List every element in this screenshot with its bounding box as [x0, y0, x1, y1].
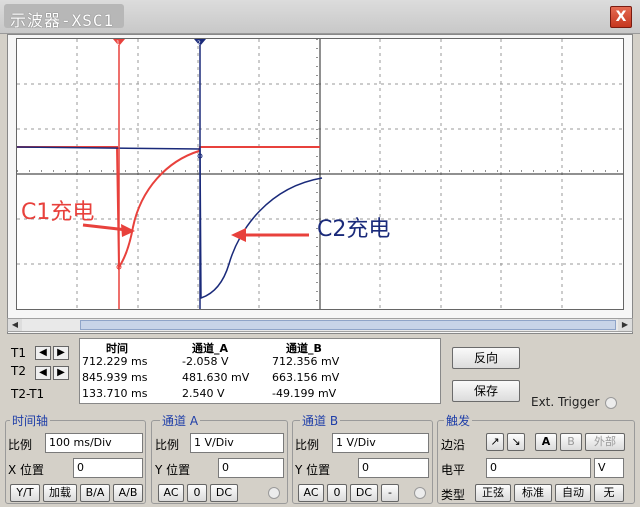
channel-b-terminal[interactable] — [414, 487, 426, 499]
timebase-scale-field[interactable]: 100 ms/Div — [45, 433, 143, 453]
channel-b-zero-button[interactable]: 0 — [327, 484, 347, 502]
t2-left-arrow-icon[interactable]: ◀ — [35, 366, 51, 380]
delta-time: 133.710 ms — [82, 387, 148, 400]
row-label-t1: T1 — [11, 346, 26, 360]
trigger-source-ext-button[interactable]: 外部 — [585, 433, 625, 451]
trigger-type-sine-button[interactable]: 正弦 — [475, 484, 511, 502]
t2-channel-b: 663.156 mV — [272, 371, 340, 384]
t1-channel-a: -2.058 V — [182, 355, 229, 368]
timebase-xpos-label: X 位置 — [8, 463, 45, 477]
channel-b-scale-label: 比例 — [295, 438, 320, 452]
c1-charge-label: C1充电 — [21, 200, 94, 225]
channel-b-scale-field[interactable]: 1 V/Div — [332, 433, 429, 453]
scroll-left-icon[interactable]: ◀ — [8, 319, 22, 331]
mode-ab-button[interactable]: A/B — [113, 484, 143, 502]
close-button[interactable]: X — [610, 6, 632, 28]
channel-a-scale-field[interactable]: 1 V/Div — [190, 433, 284, 453]
c1-arrow-line — [82, 223, 128, 232]
channel-a-terminal[interactable] — [268, 487, 280, 499]
trigger-type-auto-button[interactable]: 自动 — [555, 484, 591, 502]
channel-a-title: 通道 A — [160, 412, 201, 429]
cursor-t2-label: 2 — [197, 40, 201, 47]
reverse-button[interactable]: 反向 — [452, 347, 520, 369]
horizontal-scrollbar[interactable]: ◀ ▶ — [7, 318, 633, 332]
row-label-t2-t1: T2-T1 — [11, 387, 45, 401]
cursor-readout: T1 T2 T2-T1 ◀ ▶ ◀ ▶ 时间 通道_A 通道_B 712.229… — [7, 338, 441, 404]
channel-b-ac-button[interactable]: AC — [298, 484, 324, 502]
channel-a-zero-button[interactable]: 0 — [187, 484, 207, 502]
readout-table: 时间 通道_A 通道_B 712.229 ms -2.058 V 712.356… — [79, 338, 441, 404]
cursor-t1-label: 1 — [116, 40, 120, 47]
trigger-level-label: 电平 — [441, 463, 466, 477]
window-title: 示波器-XSC1 — [10, 11, 115, 30]
channel-b-ypos-label: Y 位置 — [295, 463, 331, 477]
ext-trigger-label: Ext. Trigger — [531, 395, 600, 409]
save-button[interactable]: 保存 — [452, 380, 520, 402]
oscilloscope-screen: C1充电 C2充电 1 2 — [16, 38, 624, 310]
channel-a-ac-button[interactable]: AC — [158, 484, 184, 502]
mode-ba-button[interactable]: B/A — [80, 484, 110, 502]
c2-charge-label: C2充电 — [317, 217, 390, 242]
ext-trigger-terminal[interactable] — [605, 397, 617, 409]
channel-b-title: 通道 B — [300, 412, 341, 429]
row-label-t2: T2 — [11, 364, 26, 378]
mode-yt-button[interactable]: Y/T — [10, 484, 40, 502]
trigger-title: 触发 — [444, 412, 473, 429]
timebase-scale-label: 比例 — [8, 438, 33, 452]
channel-b-dc-button[interactable]: DC — [350, 484, 378, 502]
channel-a-ypos-field[interactable]: 0 — [218, 458, 284, 478]
scroll-right-icon[interactable]: ▶ — [618, 319, 632, 331]
header-time: 时间 — [106, 342, 128, 355]
t2-time: 845.939 ms — [82, 371, 148, 384]
t1-left-arrow-icon[interactable]: ◀ — [35, 346, 51, 360]
delta-channel-a: 2.540 V — [182, 387, 225, 400]
channel-a-ypos-label: Y 位置 — [155, 463, 191, 477]
t2-channel-a: 481.630 mV — [182, 371, 250, 384]
header-channel-a: 通道_A — [192, 342, 229, 355]
t2-right-arrow-icon[interactable]: ▶ — [53, 366, 69, 380]
mode-add-button[interactable]: 加载 — [43, 484, 77, 502]
trigger-type-none-button[interactable]: 无 — [594, 484, 624, 502]
falling-edge-icon[interactable]: ↘ — [507, 433, 525, 451]
title-bar: 示波器-XSC1 X — [0, 0, 640, 34]
rising-edge-icon[interactable]: ↗ — [486, 433, 504, 451]
trigger-level-unit[interactable]: V — [594, 458, 624, 478]
channel-a-dc-button[interactable]: DC — [210, 484, 238, 502]
delta-channel-b: -49.199 mV — [272, 387, 337, 400]
t1-right-arrow-icon[interactable]: ▶ — [53, 346, 69, 360]
trigger-source-a-button[interactable]: A — [535, 433, 557, 451]
t1-channel-b: 712.356 mV — [272, 355, 340, 368]
waveform-svg: C1充电 C2充电 1 2 — [16, 39, 623, 309]
channel-b-ypos-field[interactable]: 0 — [358, 458, 429, 478]
header-channel-b: 通道_B — [286, 342, 322, 355]
trigger-source-b-button[interactable]: B — [560, 433, 582, 451]
trigger-edge-label: 边沿 — [441, 438, 466, 452]
scrollbar-thumb[interactable] — [80, 320, 616, 330]
timebase-xpos-field[interactable]: 0 — [73, 458, 143, 478]
trigger-type-label: 类型 — [441, 488, 466, 502]
trigger-level-field[interactable]: 0 — [486, 458, 591, 478]
channel-b-invert-button[interactable]: - — [381, 484, 399, 502]
channel-a-scale-label: 比例 — [155, 438, 180, 452]
t1-time: 712.229 ms — [82, 355, 148, 368]
trigger-type-normal-button[interactable]: 标准 — [514, 484, 552, 502]
timebase-title: 时间轴 — [10, 412, 51, 429]
